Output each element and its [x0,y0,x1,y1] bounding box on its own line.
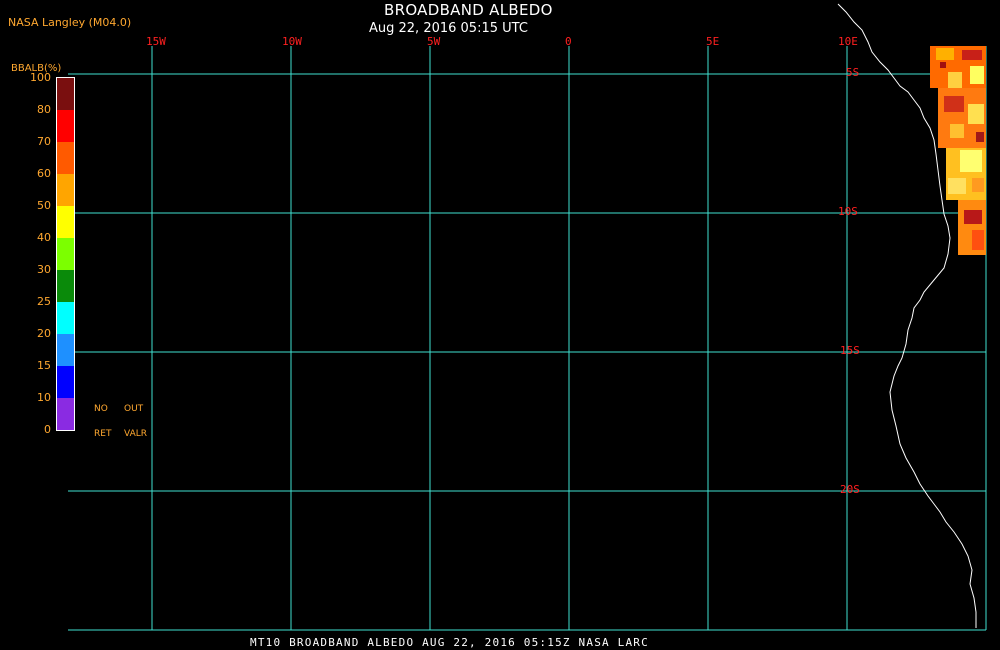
legend-color-box [57,142,74,174]
legend-color-box [57,398,74,430]
legend-tick-label: 30 [37,263,51,276]
legend-note-valr: VALR [124,429,148,439]
legend-tick-label: 40 [37,231,51,244]
albedo-color-scale [56,77,75,431]
legend-color-box [57,238,74,270]
latitude-label: 20S [840,483,860,496]
latitude-label: 5S [846,66,860,79]
albedo-data-swath [930,46,986,255]
latitude-label: 15S [840,344,860,357]
legend-color-box [57,206,74,238]
longitude-label: 5W [427,35,441,48]
legend-tick-label: 0 [44,423,51,436]
graticule [68,46,987,631]
map-canvas [56,3,987,631]
legend-tick-label: 80 [37,103,51,116]
legend-tick-label: 15 [37,359,51,372]
legend-tick-label: 25 [37,295,51,308]
legend-tick-label: 20 [37,327,51,340]
legend-tick-label: 100 [30,71,51,84]
legend-color-box [57,270,74,302]
legend-tick-label: 60 [37,167,51,180]
legend-tick-label: 10 [37,391,51,404]
footer-caption: MT10 BROADBAND ALBEDO AUG 22, 2016 05:15… [250,636,649,649]
longitude-label: 10E [838,35,858,48]
legend-color-box [57,302,74,334]
legend-color-box [57,174,74,206]
longitude-label: 0 [565,35,572,48]
legend-note-ret: RET [94,429,112,439]
legend-color-box [57,334,74,366]
longitude-label: 10W [282,35,302,48]
longitude-label: 5E [706,35,720,48]
legend-tick-label: 50 [37,199,51,212]
legend-tick-label: 70 [37,135,51,148]
legend-note-out: OUT [124,404,144,414]
legend-note-no: NO [94,404,108,414]
legend-color-box [57,110,74,142]
latitude-label: 10S [838,205,858,218]
legend-color-box [57,366,74,398]
legend-color-box [57,78,74,110]
longitude-label: 15W [146,35,166,48]
